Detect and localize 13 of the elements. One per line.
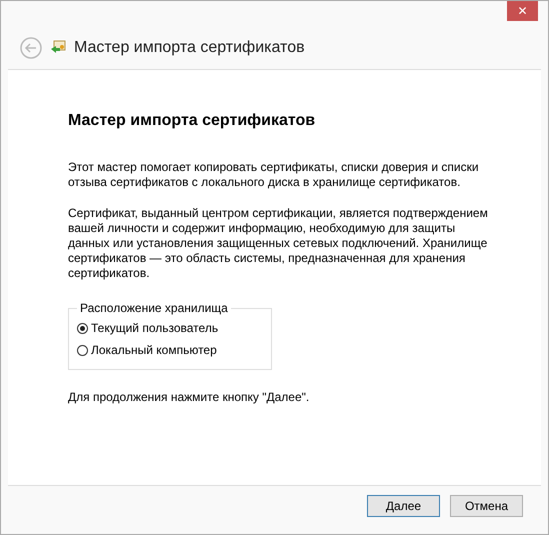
cancel-button[interactable]: Отмена [450, 495, 523, 517]
radio-option[interactable]: Локальный компьютер [77, 339, 217, 361]
next-button[interactable]: Далее [367, 495, 440, 517]
paragraph: Сертификат, выданный центром сертификации, является подтверждением вашей личности и содержит информацию, необходимую для защиты данных или установления защищенных сетевых подключений. Хранилище сертификатов — это область системы, предназначенная для хранения сертификатов. [68, 206, 488, 281]
hint-text: Для продолжения нажмите кнопку "Далее". [68, 390, 310, 405]
radio-option[interactable]: Текущий пользователь [77, 317, 218, 339]
group-legend: Расположение хранилища [77, 301, 231, 315]
close-button[interactable]: ✕ [507, 1, 538, 21]
certificate-icon [50, 40, 66, 56]
paragraph: Этот мастер помогает копировать сертификаты, списки доверия и списки отзыва сертификатов с локального диска в хранилище сертификатов. [68, 160, 480, 190]
back-icon[interactable] [20, 37, 42, 59]
wizard-title: Мастер импорта сертификатов [74, 39, 305, 57]
heading: Мастер импорта сертификатов [68, 112, 316, 130]
